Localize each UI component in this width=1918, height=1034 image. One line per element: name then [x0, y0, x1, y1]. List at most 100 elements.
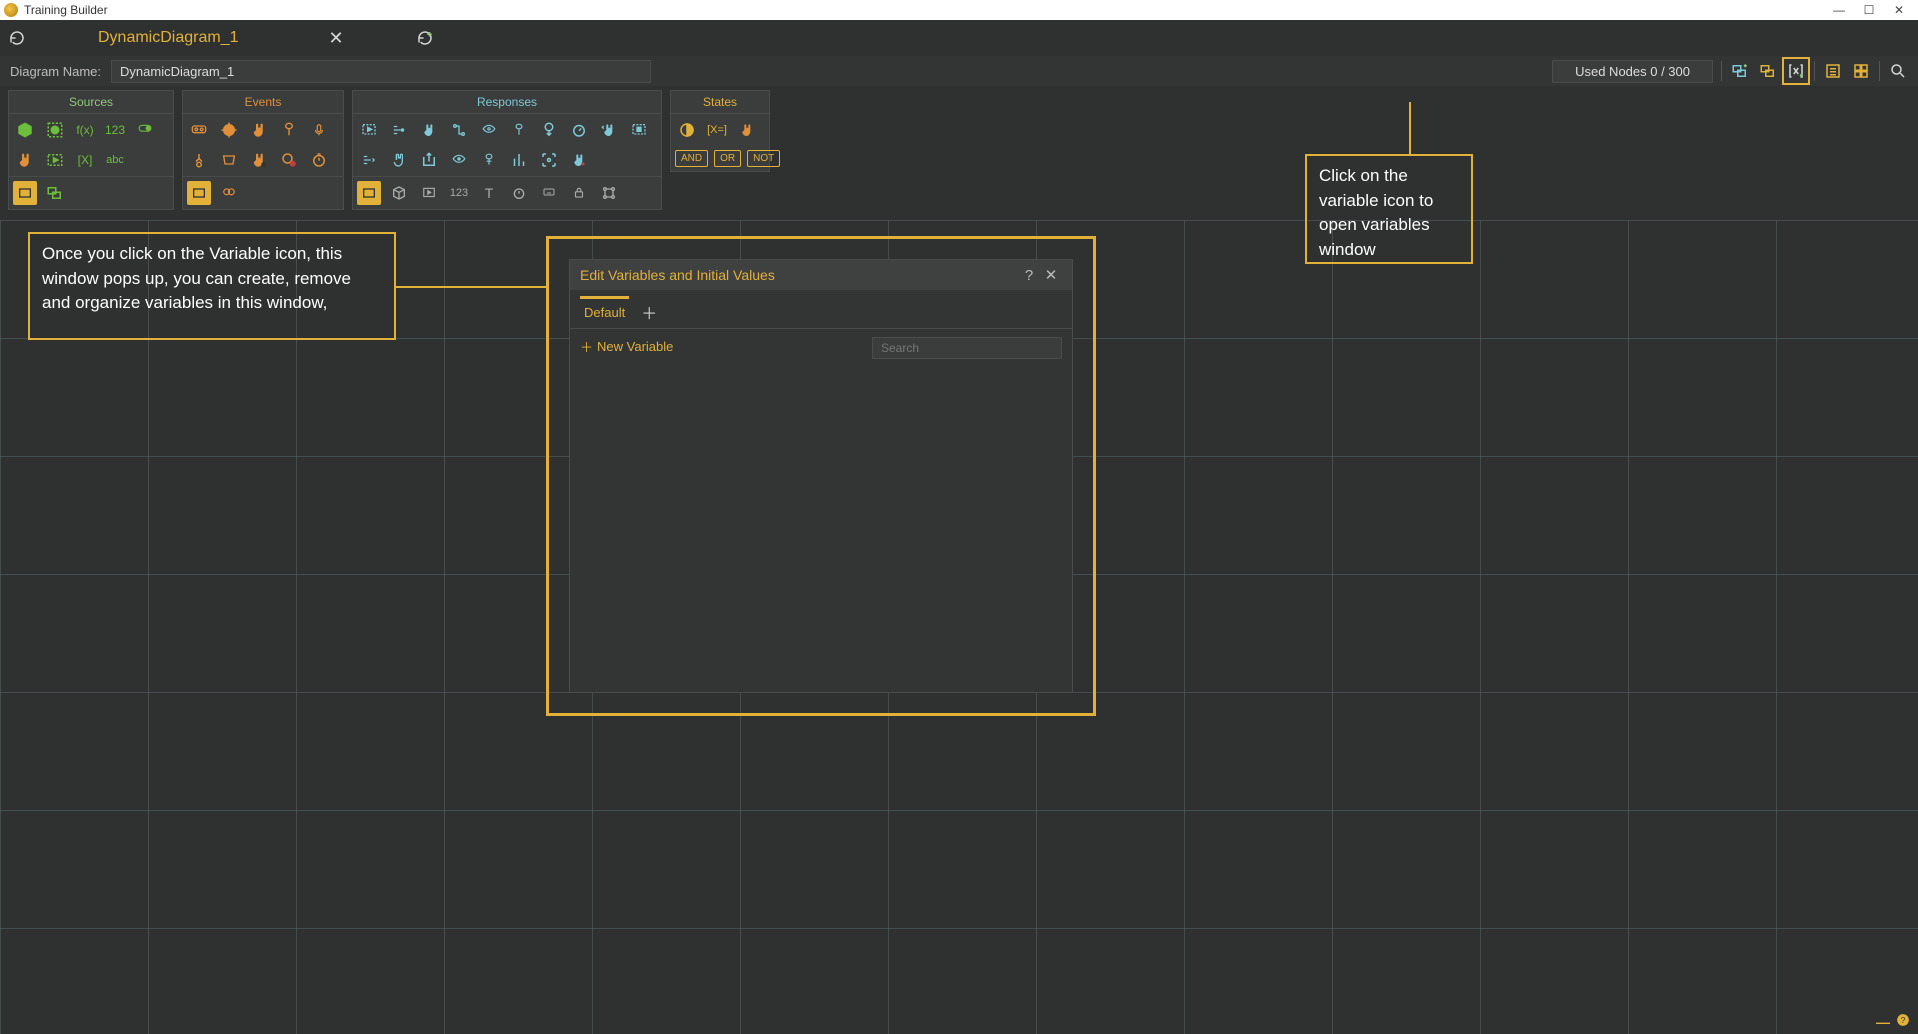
resp-keyboard-icon[interactable] [537, 181, 561, 205]
selection-mode-icon[interactable] [13, 181, 37, 205]
minimize-button[interactable]: — [1824, 3, 1854, 17]
panel-sources: Sources f(x) 123 [X] abc [8, 90, 174, 210]
timer-response-icon[interactable] [567, 118, 591, 142]
variable-source-icon[interactable]: [X] [73, 148, 97, 172]
resp-media-icon[interactable] [417, 181, 441, 205]
eye2-response-icon[interactable] [447, 148, 471, 172]
seq-response-icon[interactable] [387, 118, 411, 142]
variable-search-input[interactable] [872, 337, 1062, 359]
search-icon[interactable] [1888, 61, 1908, 81]
focus-response-icon[interactable] [537, 148, 561, 172]
resp-text-icon[interactable]: T [477, 181, 501, 205]
grab2-response-icon[interactable] [387, 148, 411, 172]
logic-or[interactable]: OR [714, 150, 741, 167]
resp-lock-icon[interactable] [567, 181, 591, 205]
resp-network-icon[interactable] [597, 181, 621, 205]
tab-close-icon[interactable]: ✕ [329, 28, 344, 49]
diagram-name-label: Diagram Name: [10, 64, 101, 79]
resp-cube-icon[interactable] [387, 181, 411, 205]
resp-num-icon[interactable]: 123 [447, 181, 471, 205]
timer-event-icon[interactable] [307, 148, 331, 172]
new-variable-button[interactable]: ＋ New Variable [580, 337, 673, 356]
cycle-left-icon[interactable] [6, 27, 28, 49]
close-button[interactable]: ✕ [1884, 3, 1914, 17]
panel-events-header: Events [183, 91, 343, 114]
remove-hand-response-icon[interactable] [567, 148, 591, 172]
used-nodes-count: Used Nodes 0 / 300 [1552, 60, 1713, 83]
sphere-source-icon[interactable] [43, 118, 67, 142]
panel-event-icon[interactable] [217, 148, 241, 172]
toggle-source-icon[interactable] [133, 118, 157, 142]
grid-view-icon[interactable] [1851, 61, 1871, 81]
help-icon[interactable]: ? [1896, 1013, 1910, 1030]
multi-select-icon[interactable] [43, 181, 67, 205]
play-response-icon[interactable] [357, 118, 381, 142]
window-titlebar: Training Builder — ☐ ✕ [0, 0, 1918, 20]
resp-stopwatch-icon[interactable] [507, 181, 531, 205]
panel-responses-header: Responses [353, 91, 661, 114]
annotation-connector-left [396, 286, 546, 288]
hand-state-icon[interactable] [735, 118, 759, 142]
panel-states-header: States [671, 91, 769, 114]
tool-event-icon[interactable] [277, 118, 301, 142]
mic-event-icon[interactable] [307, 118, 331, 142]
name-row: Diagram Name: Used Nodes 0 / 300 [0, 56, 1918, 86]
app-icon [4, 3, 18, 17]
tab-active[interactable]: DynamicDiagram_1 ✕ [38, 28, 404, 49]
stop-response-icon[interactable] [627, 118, 651, 142]
diagram-name-input[interactable] [111, 60, 651, 83]
variables-modal: Edit Variables and Initial Values ? ✕ De… [570, 260, 1072, 692]
list-view-icon[interactable] [1823, 61, 1843, 81]
modal-header[interactable]: Edit Variables and Initial Values ? ✕ [570, 260, 1072, 290]
panel-states: States [X=] AND OR NOT [670, 90, 770, 172]
add-diagram-icon[interactable] [414, 27, 436, 49]
touch-event-icon[interactable] [217, 118, 241, 142]
hand-response-icon[interactable] [417, 118, 441, 142]
logic-not[interactable]: NOT [747, 150, 780, 167]
down-response-icon[interactable] [537, 118, 561, 142]
add-node-group-icon[interactable] [1730, 61, 1750, 81]
export-response-icon[interactable] [417, 148, 441, 172]
modal-tab-default[interactable]: Default [580, 296, 629, 328]
annotation-connector [1409, 102, 1411, 154]
text-source-icon[interactable]: abc [103, 148, 127, 172]
contrast-state-icon[interactable] [675, 118, 699, 142]
levels-response-icon[interactable] [507, 148, 531, 172]
logic-and[interactable]: AND [675, 150, 708, 167]
panel-responses: Responses [352, 90, 662, 210]
resp-mode-icon[interactable] [357, 181, 381, 205]
controller-event-icon[interactable] [187, 148, 211, 172]
gesture-response-icon[interactable] [597, 118, 621, 142]
cube-source-icon[interactable] [13, 118, 37, 142]
group-icon[interactable] [1758, 61, 1778, 81]
annotation-variable-window: Once you click on the Variable icon, thi… [28, 232, 396, 340]
function-source-icon[interactable]: f(x) [73, 118, 97, 142]
vr-headset-event-icon[interactable] [187, 118, 211, 142]
node-palette-strip: Sources f(x) 123 [X] abc Events [0, 86, 1918, 210]
bottom-status-icons: — ? [1876, 1013, 1910, 1030]
connect-response-icon[interactable] [447, 118, 471, 142]
variable-editor-icon[interactable] [1786, 61, 1806, 81]
media-source-icon[interactable] [43, 148, 67, 172]
svg-text:?: ? [1901, 1016, 1906, 1025]
annotation-variable-icon: Click on the variable icon to open varia… [1305, 154, 1473, 264]
hand-source-icon[interactable] [13, 148, 37, 172]
new-variable-label: New Variable [597, 339, 673, 354]
set-var-state-icon[interactable]: [X=] [705, 118, 729, 142]
seq2-response-icon[interactable] [357, 148, 381, 172]
grab-event-icon[interactable] [247, 118, 271, 142]
event-filter2-icon[interactable] [217, 181, 241, 205]
tool2-response-icon[interactable] [477, 148, 501, 172]
modal-help-icon[interactable]: ? [1018, 267, 1040, 284]
eye-response-icon[interactable] [477, 118, 501, 142]
drop-event-icon[interactable] [247, 148, 271, 172]
collapse-panel-icon[interactable]: — [1876, 1014, 1890, 1030]
audio-off-event-icon[interactable] [277, 148, 301, 172]
modal-add-tab-icon[interactable]: ＋ [641, 300, 657, 324]
maximize-button[interactable]: ☐ [1854, 3, 1884, 17]
tool-response-icon[interactable] [507, 118, 531, 142]
number-source-icon[interactable]: 123 [103, 118, 127, 142]
tabs-row: DynamicDiagram_1 ✕ [0, 20, 1918, 56]
modal-close-icon[interactable]: ✕ [1040, 266, 1062, 284]
event-filter1-icon[interactable] [187, 181, 211, 205]
